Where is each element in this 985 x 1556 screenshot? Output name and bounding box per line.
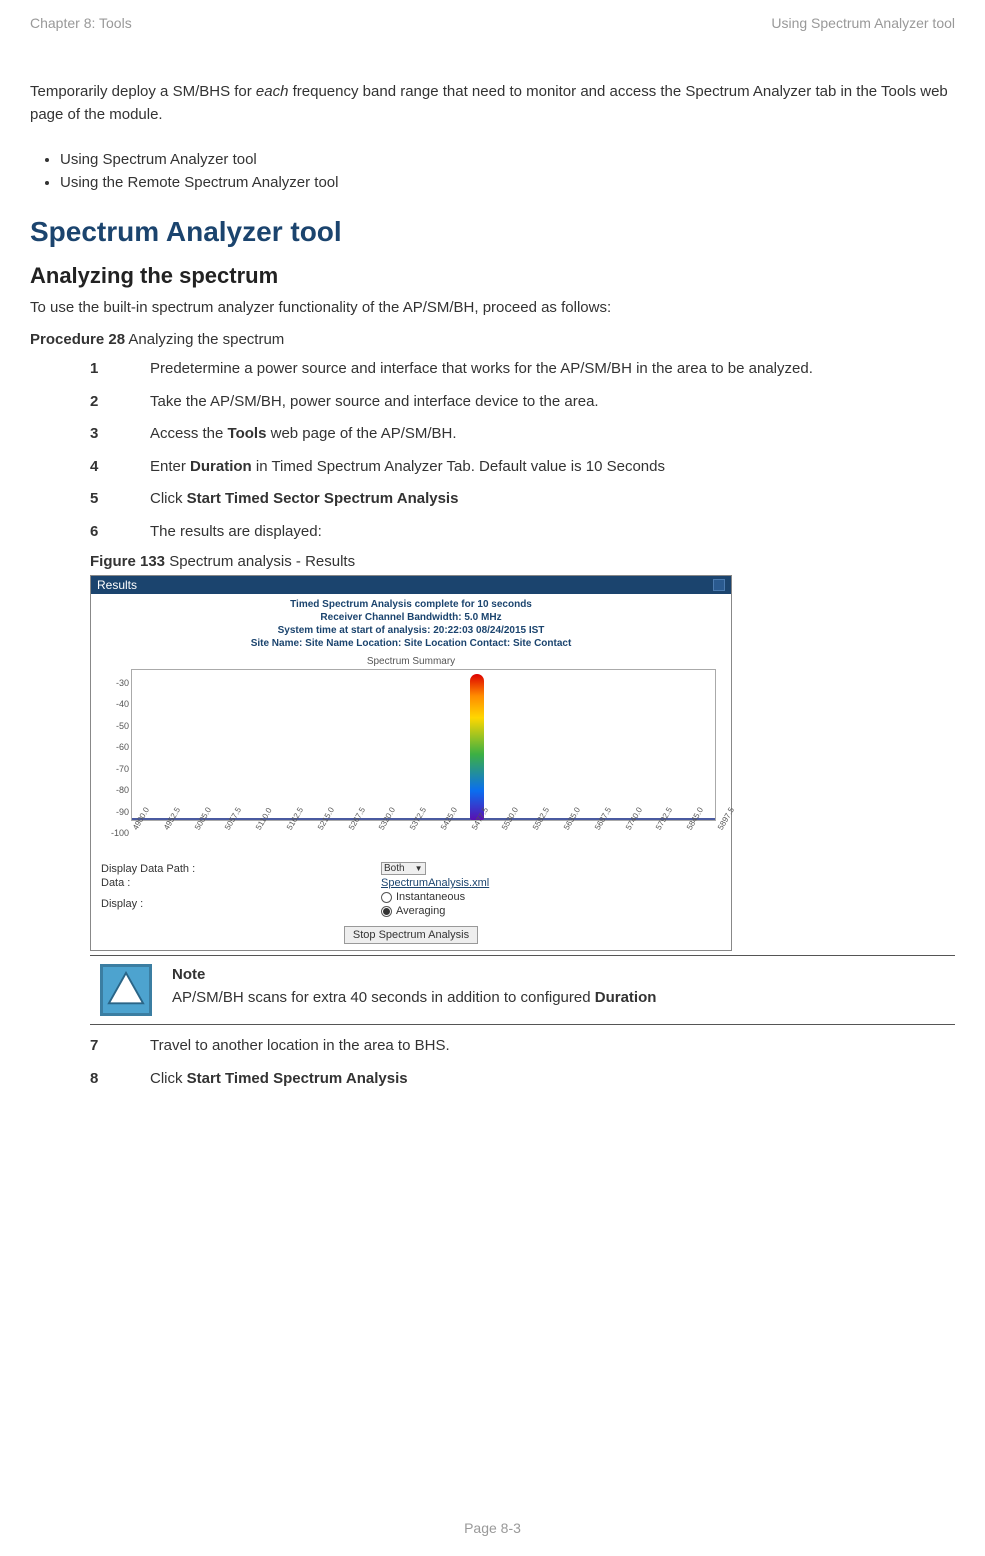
header-right: Using Spectrum Analyzer tool [771, 15, 955, 31]
y-tick-label: -40 [101, 699, 129, 709]
steps-block: 1Predetermine a power source and interfa… [90, 358, 955, 543]
info-line: Site Name: Site Name Location: Site Loca… [91, 637, 731, 650]
step: 3Access the Tools web page of the AP/SM/… [90, 423, 955, 446]
step-body: The results are displayed: [150, 521, 955, 544]
note-heading: Note [172, 964, 656, 987]
radio-instantaneous[interactable] [381, 892, 392, 903]
intro-paragraph: Temporarily deploy a SM/BHS for each fre… [30, 81, 955, 126]
step-body: Enter Duration in Timed Spectrum Analyze… [150, 456, 955, 479]
figure-label-rest: Spectrum analysis - Results [165, 553, 355, 570]
y-tick-label: -70 [101, 764, 129, 774]
figure-caption: Figure 133 Spectrum analysis - Results [90, 553, 955, 570]
step-number: 1 [90, 358, 150, 381]
step: 5Click Start Timed Sector Spectrum Analy… [90, 488, 955, 511]
page-footer: Page 8-3 [0, 1520, 985, 1536]
step-body: Click Start Timed Spectrum Analysis [150, 1068, 955, 1091]
note-icon [100, 964, 152, 1016]
radio-instantaneous-label: Instantaneous [396, 891, 465, 903]
note-body-bold: Duration [595, 989, 657, 1006]
data-link[interactable]: SpectrumAnalysis.xml [381, 877, 489, 889]
results-label: Results [97, 578, 137, 592]
step-number: 5 [90, 488, 150, 511]
chart-x-axis: 4900.04952.55005.05057.55110.05162.55215… [131, 821, 716, 857]
intro-em: each [256, 83, 289, 100]
note-body-pre: AP/SM/BH scans for extra 40 seconds in a… [172, 989, 595, 1006]
step: 2Take the AP/SM/BH, power source and int… [90, 391, 955, 414]
step-body: Take the AP/SM/BH, power source and inte… [150, 391, 955, 414]
figure-block: Figure 133 Spectrum analysis - Results R… [90, 553, 955, 951]
lead-text: To use the built-in spectrum analyzer fu… [30, 299, 955, 316]
radio-averaging-label: Averaging [396, 905, 445, 917]
steps-block-after: 7Travel to another location in the area … [90, 1035, 955, 1090]
chart-title: Spectrum Summary [101, 656, 721, 667]
chart-peak [470, 674, 484, 820]
note-block: Note AP/SM/BH scans for extra 40 seconds… [90, 955, 955, 1025]
step-body: Predetermine a power source and interfac… [150, 358, 955, 381]
step-number: 2 [90, 391, 150, 414]
bullet-list: Using Spectrum Analyzer tool Using the R… [30, 151, 955, 191]
procedure-label-rest: Analyzing the spectrum [125, 331, 284, 348]
y-tick-label: -60 [101, 742, 129, 752]
step-body: Access the Tools web page of the AP/SM/B… [150, 423, 955, 446]
y-tick-label: -90 [101, 807, 129, 817]
display-data-path-label: Display Data Path : [101, 863, 381, 875]
figure-label-bold: Figure 133 [90, 553, 165, 570]
step-body: Click Start Timed Sector Spectrum Analys… [150, 488, 955, 511]
results-panel: Results Timed Spectrum Analysis complete… [90, 575, 732, 951]
results-titlebar: Results [91, 576, 731, 594]
step-number: 7 [90, 1035, 150, 1058]
results-info: Timed Spectrum Analysis complete for 10 … [91, 594, 731, 652]
step-number: 3 [90, 423, 150, 446]
page-header: Chapter 8: Tools Using Spectrum Analyzer… [30, 15, 955, 31]
select-value: Both [384, 863, 405, 874]
y-tick-label: -80 [101, 785, 129, 795]
step-body: Travel to another location in the area t… [150, 1035, 955, 1058]
step: 4Enter Duration in Timed Spectrum Analyz… [90, 456, 955, 479]
y-tick-label: -100 [101, 828, 129, 838]
chart-controls: Display Data Path : Both Data : Spectrum… [101, 862, 721, 917]
subsection-title: Analyzing the spectrum [30, 263, 955, 289]
x-tick-label: 5897.5 [716, 806, 736, 832]
note-text: Note AP/SM/BH scans for extra 40 seconds… [172, 964, 656, 1016]
step: 8Click Start Timed Spectrum Analysis [90, 1068, 955, 1091]
step: 1Predetermine a power source and interfa… [90, 358, 955, 381]
stop-spectrum-button[interactable]: Stop Spectrum Analysis [344, 926, 478, 944]
header-left: Chapter 8: Tools [30, 15, 132, 31]
bullet-item: Using the Remote Spectrum Analyzer tool [60, 174, 955, 191]
data-label: Data : [101, 877, 381, 889]
step: 6The results are displayed: [90, 521, 955, 544]
step-number: 8 [90, 1068, 150, 1091]
section-title: Spectrum Analyzer tool [30, 216, 955, 248]
bullet-item: Using Spectrum Analyzer tool [60, 151, 955, 168]
display-label: Display : [101, 898, 381, 910]
y-tick-label: -50 [101, 721, 129, 731]
step-number: 4 [90, 456, 150, 479]
step-number: 6 [90, 521, 150, 544]
info-line: System time at start of analysis: 20:22:… [91, 624, 731, 637]
chart-area: Spectrum Summary -30 -40 -50 -60 -70 -80 -90 -1… [101, 656, 721, 856]
collapse-icon[interactable] [713, 579, 725, 591]
procedure-title: Procedure 28 Analyzing the spectrum [30, 331, 955, 348]
info-line: Receiver Channel Bandwidth: 5.0 MHz [91, 611, 731, 624]
procedure-label-bold: Procedure 28 [30, 331, 125, 348]
display-data-path-select[interactable]: Both [381, 862, 426, 875]
intro-pre: Temporarily deploy a SM/BHS for [30, 83, 256, 100]
step: 7Travel to another location in the area … [90, 1035, 955, 1058]
chart-plot [131, 669, 716, 821]
y-tick-label: -30 [101, 678, 129, 688]
radio-averaging[interactable] [381, 906, 392, 917]
info-line: Timed Spectrum Analysis complete for 10 … [91, 598, 731, 611]
